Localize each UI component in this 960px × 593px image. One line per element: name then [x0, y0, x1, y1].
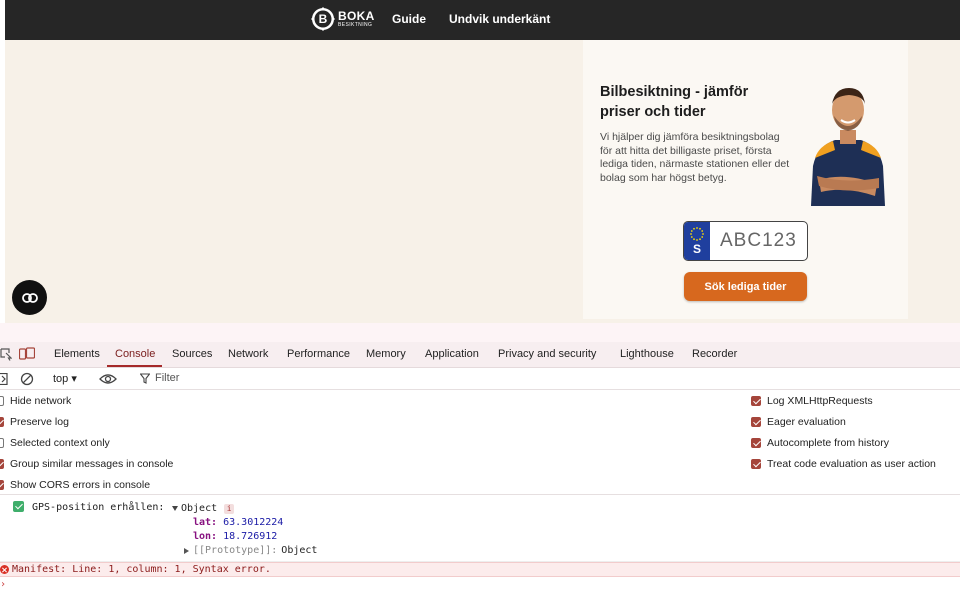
svg-text:B: B: [319, 12, 328, 26]
preserve-log-checkbox[interactable]: [0, 417, 4, 427]
site-header: B BOKA BESIKTNING Guide Undvik underkänt: [0, 0, 960, 40]
inspect-element-icon[interactable]: [0, 347, 12, 361]
clear-console-icon[interactable]: [20, 372, 34, 386]
hide-network-checkbox[interactable]: [0, 396, 4, 406]
prop-value: 63.3012224: [223, 517, 284, 528]
filter-placeholder: Filter: [155, 372, 180, 384]
gear-logo-icon: B: [311, 7, 335, 31]
setting-show-cors-errors[interactable]: Show CORS errors in console: [0, 479, 150, 491]
prop-lat: lat: 63.3012224: [193, 517, 283, 528]
selected-context-checkbox[interactable]: [0, 438, 4, 448]
floating-link-button[interactable]: [12, 280, 47, 315]
mechanic-illustration: [811, 88, 885, 206]
tab-sources[interactable]: Sources: [172, 348, 212, 360]
setting-label: Eager evaluation: [767, 416, 846, 428]
log-label: GPS-position erhållen:: [32, 502, 165, 513]
sidebar-toggle-icon[interactable]: [0, 373, 8, 385]
prop-value: 18.726912: [223, 531, 278, 542]
tab-console[interactable]: Console: [115, 348, 155, 360]
object-expander[interactable]: Object i: [172, 503, 235, 514]
setting-label: Treat code evaluation as user action: [767, 458, 936, 470]
expand-triangle-icon: [172, 506, 178, 511]
link-icon: [21, 292, 38, 303]
info-icon[interactable]: i: [224, 503, 235, 514]
tab-network[interactable]: Network: [228, 348, 268, 360]
logo-sub-text: BESIKTNING: [338, 22, 373, 28]
site-logo[interactable]: B BOKA BESIKTNING: [311, 6, 375, 32]
tab-performance[interactable]: Performance: [287, 348, 350, 360]
plate-number-text: ABC123: [720, 230, 797, 251]
console-settings: Hide network Preserve log Selected conte…: [0, 390, 960, 495]
object-label: Object: [181, 503, 218, 514]
setting-group-similar[interactable]: Group similar messages in console: [0, 458, 173, 470]
error-icon: [0, 565, 9, 574]
setting-label: Selected context only: [10, 437, 110, 449]
log-xhr-checkbox[interactable]: [751, 396, 761, 406]
setting-eager-evaluation[interactable]: Eager evaluation: [751, 416, 846, 428]
nav-link-undvik-underkant[interactable]: Undvik underkänt: [449, 12, 550, 26]
console-prompt[interactable]: ›: [0, 579, 6, 590]
eager-evaluation-checkbox[interactable]: [751, 417, 761, 427]
autocomplete-checkbox[interactable]: [751, 438, 761, 448]
eye-icon[interactable]: [99, 373, 117, 385]
setting-label: Preserve log: [10, 416, 69, 428]
error-text: Manifest: Line: 1, column: 1, Syntax err…: [12, 564, 271, 575]
setting-preserve-log[interactable]: Preserve log: [0, 416, 69, 428]
setting-autocomplete-history[interactable]: Autocomplete from history: [751, 437, 889, 449]
collapse-triangle-icon: [184, 547, 189, 554]
prop-key: lon:: [193, 531, 218, 542]
eu-flag-band: S: [684, 222, 710, 260]
hero-title: Bilbesiktning - jämför priser och tider: [600, 84, 749, 120]
prototype-value: Object: [281, 545, 318, 556]
plate-country-code: S: [692, 242, 701, 256]
logo-wordmark: BOKA BESIKTNING: [338, 10, 375, 28]
console-error-message: Manifest: Line: 1, column: 1, Syntax err…: [0, 562, 960, 577]
show-cors-checkbox[interactable]: [0, 480, 4, 490]
setting-selected-context-only[interactable]: Selected context only: [0, 437, 110, 449]
tab-application[interactable]: Application: [425, 348, 479, 360]
prop-lon: lon: 18.726912: [193, 531, 277, 542]
console-log-message: GPS-position erhållen: Object i lat: 63.…: [0, 495, 960, 562]
devtools-top-strip: [0, 323, 960, 342]
setting-log-xhr[interactable]: Log XMLHttpRequests: [751, 395, 873, 407]
tab-elements[interactable]: Elements: [54, 348, 100, 360]
setting-treat-code-evaluation[interactable]: Treat code evaluation as user action: [751, 458, 936, 470]
treat-code-checkbox[interactable]: [751, 459, 761, 469]
eu-stars-icon: [690, 227, 704, 241]
setting-label: Group similar messages in console: [10, 458, 174, 470]
device-toolbar-icon[interactable]: [19, 347, 35, 360]
setting-label: Show CORS errors in console: [10, 479, 151, 491]
group-similar-checkbox[interactable]: [0, 459, 4, 469]
active-tab-indicator: [107, 365, 162, 367]
prototype-expander[interactable]: [[Prototype]]: Object: [184, 545, 317, 556]
console-toolbar: top ▾ Filter: [0, 368, 960, 390]
registration-plate-input[interactable]: S ABC123: [683, 221, 808, 261]
window-edge: [0, 0, 5, 40]
prop-key: lat:: [193, 517, 218, 528]
check-badge-icon: [13, 501, 24, 512]
tab-lighthouse[interactable]: Lighthouse: [620, 348, 674, 360]
nav-link-guide[interactable]: Guide: [392, 12, 426, 26]
hero-description: Vi hjälper dig jämföra besiktningsbolag …: [600, 131, 790, 184]
search-times-button[interactable]: Sök lediga tider: [684, 272, 807, 301]
setting-label: Log XMLHttpRequests: [767, 395, 873, 407]
devtools-panel: Elements Console Sources Network Perform…: [0, 323, 960, 593]
tab-recorder[interactable]: Recorder: [692, 348, 737, 360]
tab-privacy-and-security[interactable]: Privacy and security: [498, 348, 596, 360]
console-messages: GPS-position erhållen: Object i lat: 63.…: [0, 495, 960, 593]
logo-main-text: BOKA: [338, 9, 375, 23]
context-select[interactable]: top ▾: [53, 372, 77, 385]
setting-label: Autocomplete from history: [767, 437, 889, 449]
prototype-key: [[Prototype]]:: [193, 545, 278, 556]
tab-memory[interactable]: Memory: [366, 348, 406, 360]
setting-hide-network[interactable]: Hide network: [0, 395, 71, 407]
filter-icon: [140, 373, 150, 384]
setting-label: Hide network: [10, 395, 72, 407]
filter-input[interactable]: Filter: [127, 370, 387, 387]
hero-card: Bilbesiktning - jämför priser och tider …: [583, 40, 908, 319]
